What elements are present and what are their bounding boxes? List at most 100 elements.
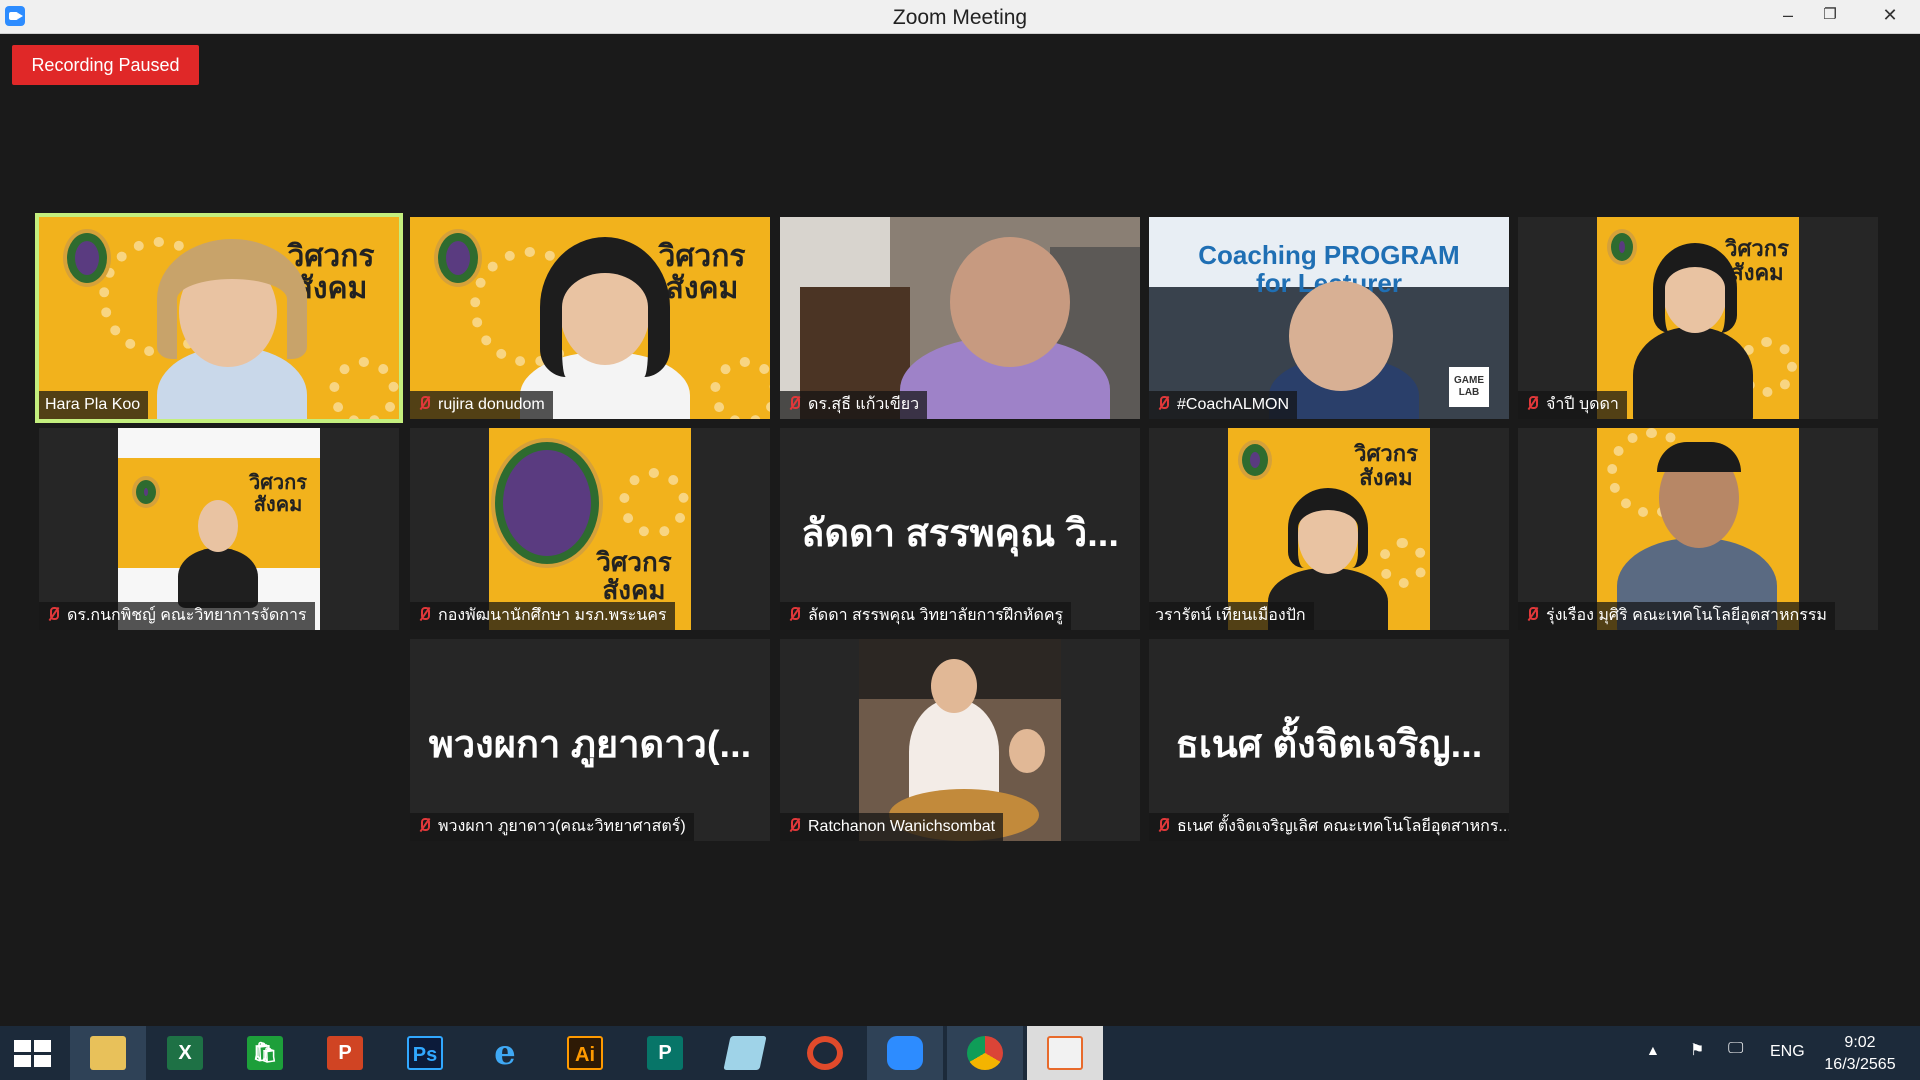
participant-video xyxy=(1597,428,1799,630)
participant-name: จำปี บุดดา xyxy=(1518,391,1627,419)
ie-icon: e xyxy=(494,1033,516,1073)
notepad-icon xyxy=(723,1036,767,1070)
participant-tile[interactable]: รุ่งเรือง มุศิริ คณะเทคโนโลยีอุตสาหกรรม xyxy=(1518,428,1878,630)
participant-name: Hara Pla Koo xyxy=(39,391,149,419)
participant-video: วิศวกร สังคม xyxy=(118,428,320,630)
minimize-button[interactable]: – xyxy=(1766,0,1810,32)
taskbar-store[interactable]: 🛍 xyxy=(227,1026,303,1080)
participant-name: rujira donudom xyxy=(410,391,553,419)
window-titlebar: Zoom Meeting – ❐ ✕ xyxy=(0,0,1920,34)
taskbar-photos[interactable] xyxy=(1027,1026,1103,1080)
taskbar-powerpoint[interactable]: P xyxy=(307,1026,383,1080)
excel-icon: X xyxy=(167,1036,203,1070)
taskbar-illustrator[interactable]: Ai xyxy=(547,1026,623,1080)
mic-muted-icon xyxy=(1155,817,1171,833)
banner-title: วิศวกร xyxy=(287,240,375,273)
participant-tile[interactable]: วิศวกร สังคม rujira donudom xyxy=(410,217,770,419)
mic-muted-icon xyxy=(786,817,802,833)
meeting-gallery: Recording Paused วิศวกร สังคม Hara Pla Ko… xyxy=(0,34,1920,1026)
participant-display-name: ลัดดา สรรพคุณ วิ... xyxy=(801,513,1119,555)
zoom-icon xyxy=(887,1036,923,1070)
mic-muted-icon xyxy=(1524,395,1540,411)
photos-icon xyxy=(1047,1036,1083,1070)
participant-tile[interactable]: วิศวกร สังคม กองพัฒนานักศึกษา มรภ.พระนคร xyxy=(410,428,770,630)
participant-display-name: พวงผกา ภูยาดาว(... xyxy=(428,724,752,766)
taskbar-file-explorer[interactable] xyxy=(70,1026,146,1080)
taskbar-photoscape[interactable] xyxy=(787,1026,863,1080)
participant-tile[interactable]: ลัดดา สรรพคุณ วิ... ลัดดา สรรพคุณ วิทยาล… xyxy=(780,428,1140,630)
system-clock[interactable]: 9:02 16/3/2565 xyxy=(1810,1032,1910,1076)
taskbar-excel[interactable]: X xyxy=(147,1026,223,1080)
banner-title: วิศวกร xyxy=(1725,236,1789,261)
game-lab-logo: GAME LAB xyxy=(1449,367,1489,407)
participant-video xyxy=(859,639,1061,841)
store-icon: 🛍 xyxy=(247,1036,283,1070)
network-icon[interactable]: 🖵 xyxy=(1728,1040,1743,1058)
banner-subtitle: สังคม xyxy=(253,494,303,516)
input-language[interactable]: ENG xyxy=(1770,1043,1805,1061)
close-button[interactable]: ✕ xyxy=(1860,0,1920,32)
participant-video: วิศวกร สังคม xyxy=(1597,217,1799,419)
participant-tile[interactable]: ดร.สุธี แก้วเขียว xyxy=(780,217,1140,419)
taskbar-chrome[interactable] xyxy=(947,1026,1023,1080)
mic-muted-icon xyxy=(1524,606,1540,622)
taskbar-publisher[interactable]: P xyxy=(627,1026,703,1080)
participant-tile[interactable]: วิศวกร สังคม จำปี บุดดา xyxy=(1518,217,1878,419)
maximize-button[interactable]: ❐ xyxy=(1808,0,1852,32)
action-center-flag-icon[interactable]: ⚑ xyxy=(1690,1040,1704,1060)
banner-title: วิศวกร xyxy=(248,472,307,494)
participant-name: #CoachALMON xyxy=(1149,391,1298,419)
banner-subtitle: สังคม xyxy=(665,272,739,305)
banner-subtitle: สังคม xyxy=(1730,260,1784,285)
taskbar-photoshop[interactable]: Ps xyxy=(387,1026,463,1080)
powerpoint-icon: P xyxy=(327,1036,363,1070)
participant-tile[interactable]: วิศวกร สังคม ดร.กนกพิชญ์ คณะวิทยาการจัดกา… xyxy=(39,428,399,630)
participant-tile[interactable]: ธเนศ ตั้งจิตเจริญ... ธเนศ ตั้งจิตเจริญเล… xyxy=(1149,639,1509,841)
participant-tile[interactable]: Coaching PROGRAMfor Lecturer GAME LAB #C… xyxy=(1149,217,1509,419)
participant-name: ลัดดา สรรพคุณ วิทยาลัยการฝึกหัดครู xyxy=(780,602,1072,630)
banner-title: วิศวกร xyxy=(1354,441,1418,466)
clock-date: 16/3/2565 xyxy=(1824,1056,1896,1073)
mic-muted-icon xyxy=(1155,395,1171,411)
banner-title: วิศวกร xyxy=(596,547,672,577)
participant-name: ดร.กนกพิชญ์ คณะวิทยาการจัดการ xyxy=(39,602,315,630)
mic-muted-icon xyxy=(416,817,432,833)
illustrator-icon: Ai xyxy=(567,1036,603,1070)
participant-name: Ratchanon Wanichsombat xyxy=(780,813,1004,841)
participant-tile[interactable]: วิศวกร สังคม Hara Pla Koo xyxy=(35,213,403,423)
taskbar-internet-explorer[interactable]: e xyxy=(467,1026,543,1080)
participant-name: วรารัตน์ เทียนเมืองปัก xyxy=(1149,602,1314,630)
participant-video: วิศวกร สังคม xyxy=(1228,428,1430,630)
participant-name: ธเนศ ตั้งจิตเจริญเลิศ คณะเทคโนโลยีอุตสาห… xyxy=(1149,813,1509,841)
participant-name: รุ่งเรือง มุศิริ คณะเทคโนโลยีอุตสาหกรรม xyxy=(1518,602,1835,630)
photoshop-icon: Ps xyxy=(407,1036,443,1070)
participant-name: พวงผกา ภูยาดาว(คณะวิทยาศาสตร์) xyxy=(410,813,694,841)
coaching-title: Coaching PROGRAM xyxy=(1198,240,1460,270)
participant-tile[interactable]: Ratchanon Wanichsombat xyxy=(780,639,1140,841)
mic-muted-icon xyxy=(786,395,802,411)
banner-subtitle: สังคม xyxy=(1359,465,1413,490)
chrome-icon xyxy=(967,1036,1003,1070)
photoscape-icon xyxy=(807,1036,843,1070)
participant-name: กองพัฒนานักศึกษา มรภ.พระนคร xyxy=(410,602,675,630)
participant-video xyxy=(780,217,1140,419)
folder-icon xyxy=(90,1036,126,1070)
window-title: Zoom Meeting xyxy=(892,6,1028,29)
publisher-icon: P xyxy=(647,1036,683,1070)
mic-muted-icon xyxy=(45,606,61,622)
participant-display-name: ธเนศ ตั้งจิตเจริญ... xyxy=(1175,724,1483,766)
taskbar-notepad[interactable] xyxy=(707,1026,783,1080)
banner-title: วิศวกร xyxy=(658,240,746,273)
show-hidden-icons-icon[interactable]: ▲ xyxy=(1646,1042,1660,1058)
participant-video: วิศวกร สังคม xyxy=(410,217,770,419)
participant-name: ดร.สุธี แก้วเขียว xyxy=(780,391,928,419)
mic-muted-icon xyxy=(416,606,432,622)
participant-video: วิศวกร สังคม xyxy=(489,428,691,630)
taskbar-zoom[interactable] xyxy=(867,1026,943,1080)
windows-start-icon[interactable] xyxy=(14,1040,52,1068)
participant-video: Coaching PROGRAMfor Lecturer GAME LAB xyxy=(1149,217,1509,419)
participant-tile[interactable]: วิศวกร สังคม วรารัตน์ เทียนเมืองปัก xyxy=(1149,428,1509,630)
recording-paused-badge[interactable]: Recording Paused xyxy=(12,45,199,85)
clock-time: 9:02 xyxy=(1844,1034,1876,1051)
participant-tile[interactable]: พวงผกา ภูยาดาว(... พวงผกา ภูยาดาว(คณะวิท… xyxy=(410,639,770,841)
